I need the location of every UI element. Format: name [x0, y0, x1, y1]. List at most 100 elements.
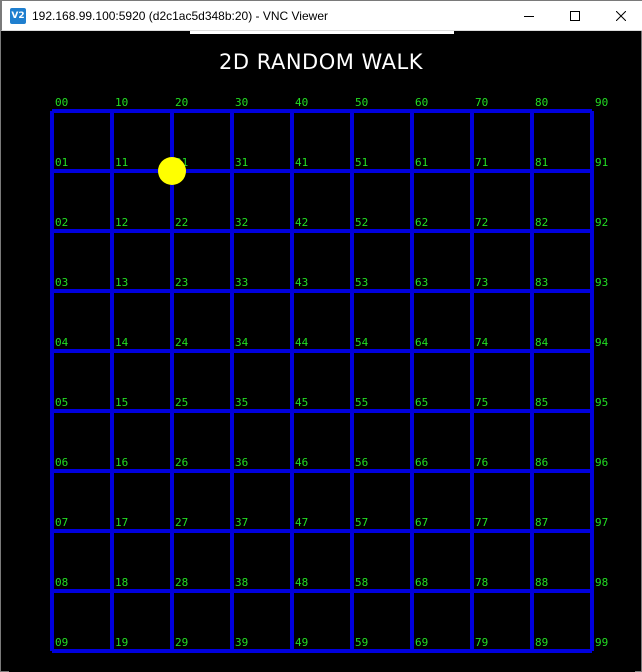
grid-node-label: 67: [415, 516, 428, 529]
grid-node-label: 04: [55, 336, 69, 349]
grid-node-label: 51: [355, 156, 368, 169]
grid-node-label: 48: [295, 576, 308, 589]
grid-node-label: 86: [535, 456, 548, 469]
grid-node-label: 10: [115, 96, 128, 109]
grid-node-label: 56: [355, 456, 368, 469]
grid-node-label: 13: [115, 276, 128, 289]
grid-node-label: 93: [595, 276, 608, 289]
grid-node-label: 14: [115, 336, 129, 349]
grid-node-label: 85: [535, 396, 548, 409]
grid-node-label: 99: [595, 636, 608, 649]
grid-node-label: 24: [175, 336, 189, 349]
grid-node-label: 30: [235, 96, 248, 109]
grid-node-label: 22: [175, 216, 188, 229]
grid-node-label: 41: [295, 156, 308, 169]
grid-node-label: 47: [295, 516, 308, 529]
grid-node-label: 82: [535, 216, 548, 229]
grid-node-label: 09: [55, 636, 68, 649]
grid-node-label: 46: [295, 456, 308, 469]
grid-node-label: 42: [295, 216, 308, 229]
grid-node-label: 08: [55, 576, 68, 589]
grid-node-label: 95: [595, 396, 608, 409]
grid-node-label: 68: [415, 576, 428, 589]
grid-node-label: 88: [535, 576, 548, 589]
grid-node-label: 01: [55, 156, 68, 169]
vnc-viewer-window: V2 192.168.99.100:5920 (d2c1ac5d348b:20)…: [0, 0, 642, 672]
grid-node-label: 75: [475, 396, 488, 409]
grid-node-label: 96: [595, 456, 608, 469]
grid-node-label: 40: [295, 96, 308, 109]
grid-node-label: 50: [355, 96, 368, 109]
grid-node-label: 06: [55, 456, 68, 469]
grid-node-label: 61: [415, 156, 428, 169]
grid-node-label: 59: [355, 636, 368, 649]
grid-node-label: 66: [415, 456, 428, 469]
grid-node-label: 65: [415, 396, 428, 409]
grid-node-label: 32: [235, 216, 248, 229]
grid-node-label: 15: [115, 396, 128, 409]
grid-node-label: 74: [475, 336, 489, 349]
grid-node-label: 34: [235, 336, 249, 349]
grid-node-label: 62: [415, 216, 428, 229]
grid-node-label: 28: [175, 576, 188, 589]
grid-node-label: 44: [295, 336, 309, 349]
grid-node-label: 77: [475, 516, 488, 529]
grid-node-label: 02: [55, 216, 68, 229]
grid-node-label: 33: [235, 276, 248, 289]
grid-node-label: 78: [475, 576, 488, 589]
grid-node-label: 23: [175, 276, 188, 289]
grid-node-label: 31: [235, 156, 248, 169]
grid-node-label: 00: [55, 96, 68, 109]
grid-node-label: 38: [235, 576, 248, 589]
grid-node-label: 98: [595, 576, 608, 589]
grid-node-label: 39: [235, 636, 248, 649]
grid-node-label: 83: [535, 276, 548, 289]
grid-node-label: 84: [535, 336, 549, 349]
grid-node-label: 63: [415, 276, 428, 289]
grid-node-label: 91: [595, 156, 608, 169]
grid-node-label: 05: [55, 396, 68, 409]
grid-node-label: 70: [475, 96, 488, 109]
grid-node-label: 64: [415, 336, 429, 349]
grid-node-label: 45: [295, 396, 308, 409]
walker-dot: [158, 157, 186, 185]
grid-node-label: 49: [295, 636, 308, 649]
grid-node-label: 20: [175, 96, 188, 109]
grid-node-label: 69: [415, 636, 428, 649]
random-walk-grid: 00 01 02 03 04 05 06 07 08 09 10 11 12 13 14 15 16 17 18 19…: [50, 96, 609, 653]
grid-node-label: 80: [535, 96, 548, 109]
grid-node-label: 17: [115, 516, 128, 529]
grid-node-label: 97: [595, 516, 608, 529]
grid-node-label: 11: [115, 156, 128, 169]
grid-node-label: 54: [355, 336, 369, 349]
grid-node-label: 12: [115, 216, 128, 229]
grid-node-label: 16: [115, 456, 128, 469]
grid-node-label: 81: [535, 156, 548, 169]
grid-node-label: 26: [175, 456, 188, 469]
grid-node-label: 73: [475, 276, 488, 289]
grid-node-label: 07: [55, 516, 68, 529]
grid-node-label: 94: [595, 336, 609, 349]
grid-node-label: 53: [355, 276, 368, 289]
grid-node-label: 57: [355, 516, 368, 529]
grid-node-label: 72: [475, 216, 488, 229]
grid-node-label: 19: [115, 636, 128, 649]
grid-node-label: 27: [175, 516, 188, 529]
grid-node-label: 35: [235, 396, 248, 409]
grid-node-label: 52: [355, 216, 368, 229]
grid-node-label: 37: [235, 516, 248, 529]
grid-node-label: 71: [475, 156, 488, 169]
grid-node-label: 03: [55, 276, 68, 289]
grid-node-label: 89: [535, 636, 548, 649]
grid-node-label: 43: [295, 276, 308, 289]
grid-node-label: 87: [535, 516, 548, 529]
grid-node-label: 55: [355, 396, 368, 409]
grid-node-label: 58: [355, 576, 368, 589]
grid-node-label: 79: [475, 636, 488, 649]
grid-node-label: 25: [175, 396, 188, 409]
grid-node-label: 76: [475, 456, 488, 469]
grid-node-label: 29: [175, 636, 188, 649]
grid-node-label: 60: [415, 96, 428, 109]
grid-node-label: 18: [115, 576, 128, 589]
grid-node-label: 92: [595, 216, 608, 229]
